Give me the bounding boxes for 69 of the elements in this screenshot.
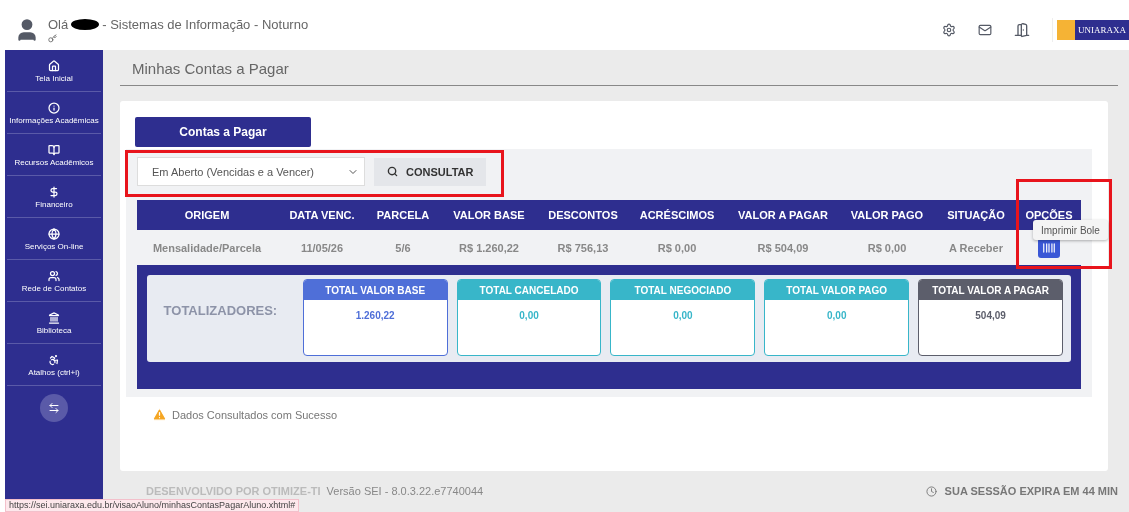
status-message: Dados Consultados com Sucesso — [172, 408, 338, 421]
users-icon — [48, 270, 60, 282]
sidebar-item[interactable]: Tela Inicial — [7, 56, 101, 92]
settings-icon[interactable] — [942, 22, 956, 37]
home-icon — [48, 60, 60, 72]
table-cell-text: R$ 1.260,22 — [458, 241, 520, 254]
table-cell-text: R$ 0,00 — [656, 241, 698, 254]
column-header: DATA VENC. — [288, 209, 356, 221]
table-cell-text: R$ 504,09 — [756, 241, 810, 254]
tooltip: Imprimir Bole — [1033, 220, 1108, 240]
total-title: TOTAL VALOR PAGO — [765, 280, 909, 300]
page-title: Minhas Contas a Pagar — [120, 50, 1118, 86]
table-cell-text: 11/05/26 — [299, 241, 345, 254]
column-header: VALOR BASE — [452, 209, 526, 221]
table-cell-text: R$ 0,00 — [866, 241, 908, 254]
warning-icon — [152, 407, 167, 422]
door-icon[interactable] — [1014, 21, 1030, 38]
table-cell-text: 5/6 — [394, 241, 412, 254]
globe-icon — [48, 228, 60, 240]
column-header: PARCELA — [375, 209, 431, 221]
total-value: 0,00 — [518, 310, 540, 321]
column-header: ACRÉSCIMOS — [638, 209, 716, 221]
sidebar-item[interactable]: Atalhos (ctrl+i) — [7, 350, 101, 386]
redacted-name — [71, 18, 100, 30]
course-text: - Sistemas de Informação - Noturno — [102, 16, 309, 32]
sidebar-item[interactable]: Serviços On-line — [7, 224, 101, 260]
sidebar-item[interactable]: Biblioteca — [7, 308, 101, 344]
greeting-text: Olá — [48, 16, 69, 32]
arrows-icon — [48, 402, 60, 414]
total-title: TOTAL NEGOCIADO — [611, 280, 755, 300]
landmark-icon — [48, 312, 60, 324]
accessibility-icon — [48, 354, 60, 366]
session-timer: SUA SESSÃO EXPIRA EM 44 MIN — [944, 485, 1118, 497]
table-cell-text: Mensalidade/Parcela — [151, 241, 263, 254]
dollar-icon — [48, 186, 60, 198]
total-value: 0,00 — [672, 310, 694, 321]
status-dropdown[interactable]: Em Aberto (Vencidas e a Vencer) — [137, 157, 365, 186]
mail-icon[interactable] — [978, 22, 992, 37]
clock-icon — [925, 485, 937, 497]
info-icon — [48, 102, 60, 114]
column-header: DESCONTOS — [547, 209, 619, 221]
collapse-button[interactable] — [40, 394, 68, 422]
column-header: VALOR PAGO — [849, 209, 925, 221]
tab[interactable]: Contas a Pagar — [135, 117, 311, 147]
total-value: 1.260,22 — [354, 310, 396, 321]
column-header: SITUAÇÃO — [946, 209, 1006, 221]
total-value: 0,00 — [826, 310, 848, 321]
totals-label: TOTALIZADORES: — [162, 302, 279, 318]
column-header: VALOR A PAGAR — [737, 209, 829, 221]
sidebar-item[interactable]: Informações Acadêmicas — [7, 98, 101, 134]
key-icon[interactable] — [48, 33, 57, 43]
column-header: OPÇÕES — [1024, 209, 1074, 221]
barcode-icon — [1042, 240, 1056, 255]
search-button[interactable]: CONSULTAR — [374, 157, 487, 186]
column-header: ORIGEM — [183, 209, 231, 221]
table-cell-text: A Receber — [948, 241, 1004, 254]
total-title: TOTAL VALOR BASE — [303, 280, 447, 300]
total-title: TOTAL CANCELADO — [457, 280, 601, 300]
total-value: 504,09 — [974, 310, 1007, 321]
version-text: Versão SEI - 8.0.3.22.e7740044 — [326, 485, 484, 497]
status-url: https://sei.uniaraxa.edu.br/visaoAluno/minhasContasPagarAluno.xhtml# — [5, 499, 300, 512]
table-cell-text: R$ 756,13 — [556, 241, 610, 254]
sidebar-item[interactable]: Financeiro — [7, 182, 101, 218]
sidebar-item[interactable]: Recursos Acadêmicos — [7, 140, 101, 176]
total-title: TOTAL VALOR A PAGAR — [919, 280, 1062, 300]
book-icon — [48, 144, 60, 156]
logo-text: UNIARAXA — [1075, 19, 1129, 40]
search-icon — [387, 166, 398, 177]
sidebar-item[interactable]: Rede de Contatos — [7, 266, 101, 302]
